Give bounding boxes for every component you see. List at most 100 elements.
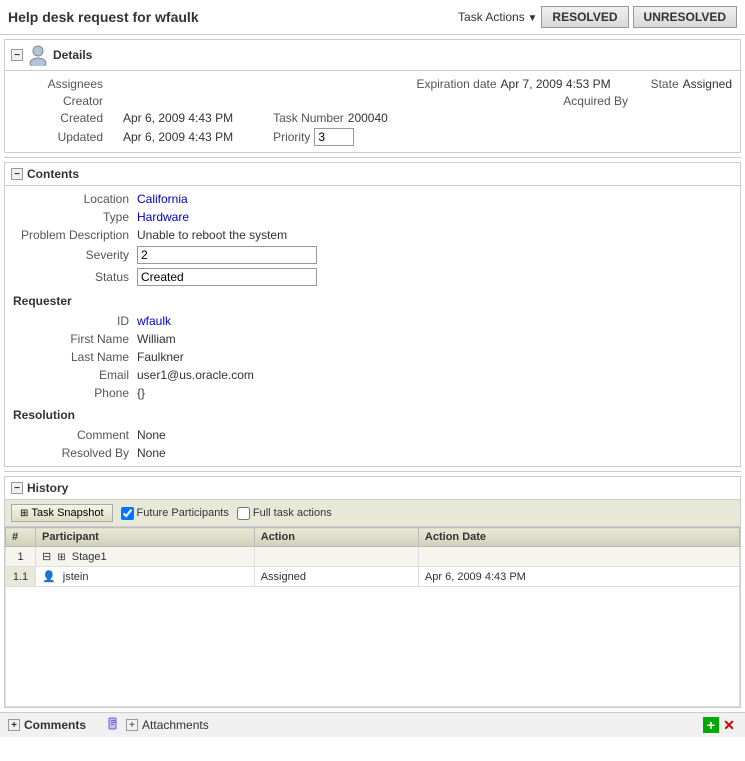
creator-label: Creator [13, 94, 103, 108]
history-table-head: # Participant Action Action Date [6, 528, 740, 547]
task-number-group: Task Number 200040 [273, 111, 388, 125]
row-action-date [418, 547, 739, 567]
contents-label: Contents [27, 167, 79, 181]
table-row: 1.1 👤 jstein Assigned Apr 6, 2009 4:43 P… [6, 567, 740, 587]
last-name-value: Faulkner [137, 350, 732, 364]
phone-value: {} [137, 386, 732, 400]
stage-icon: ⊞ [57, 552, 65, 563]
status-input[interactable] [137, 268, 317, 286]
row-action-date: Apr 6, 2009 4:43 PM [418, 567, 739, 587]
id-label: ID [13, 314, 133, 328]
id-value[interactable]: wfaulk [137, 314, 732, 328]
problem-description-label: Problem Description [13, 228, 133, 242]
priority-input[interactable] [314, 128, 354, 146]
add-icon[interactable]: + [703, 717, 719, 733]
email-value: user1@us.oracle.com [137, 368, 732, 382]
location-value[interactable]: California [137, 192, 732, 206]
task-actions-dropdown[interactable]: Task Actions [458, 10, 537, 24]
details-collapse-icon[interactable]: − [11, 49, 23, 61]
contents-section: − Contents Location California Type Hard… [4, 162, 741, 467]
history-section: − History ⊞ Task Snapshot Future Partici… [4, 476, 741, 708]
participant-icon: 👤 [42, 571, 56, 583]
row-action [254, 547, 418, 567]
acquired-by-group: Acquired By [563, 94, 632, 108]
creator-value [123, 94, 543, 108]
details-section-header: − Details [5, 40, 740, 71]
history-table: # Participant Action Action Date 1 ⊟ ⊞ S… [5, 527, 740, 707]
stage-expand-icon[interactable]: ⊟ [42, 551, 51, 563]
expiration-group: Expiration date Apr 7, 2009 4:53 PM [416, 77, 610, 91]
resolved-by-label: Resolved By [13, 446, 133, 460]
history-toolbar: ⊞ Task Snapshot Future Participants Full… [5, 500, 740, 527]
full-task-actions-label: Full task actions [253, 507, 332, 519]
user-icon [27, 44, 49, 66]
comments-section: + Comments [8, 718, 86, 732]
status-label: Status [13, 270, 133, 284]
email-label: Email [13, 368, 133, 382]
task-number-label: Task Number [273, 111, 344, 125]
future-participants-checkbox-label[interactable]: Future Participants [121, 507, 229, 520]
col-participant: Participant [36, 528, 255, 547]
priority-label: Priority [273, 130, 310, 144]
bottom-bar: + Comments + Attachments + ✕ [0, 712, 745, 737]
contents-collapse-icon[interactable]: − [11, 168, 23, 180]
full-task-actions-checkbox-label[interactable]: Full task actions [237, 507, 332, 520]
resolution-header: Resolution [13, 404, 732, 424]
history-collapse-icon[interactable]: − [11, 482, 23, 494]
comments-collapse-icon[interactable]: + [8, 719, 20, 731]
table-row: 1 ⊟ ⊞ Stage1 [6, 547, 740, 567]
acquired-by-label: Acquired By [563, 94, 628, 108]
details-row-1: Assignees Expiration date Apr 7, 2009 4:… [13, 77, 732, 91]
contents-grid: Location California Type Hardware Proble… [5, 186, 740, 466]
history-table-body: 1 ⊟ ⊞ Stage1 1.1 👤 jstein Assigned Apr 6… [6, 547, 740, 707]
task-number-value: 200040 [348, 111, 388, 125]
updated-value: Apr 6, 2009 4:43 PM [123, 130, 233, 144]
phone-label: Phone [13, 386, 133, 400]
row-num: 1.1 [6, 567, 36, 587]
assignees-label: Assignees [13, 77, 103, 91]
updated-label: Updated [13, 130, 103, 144]
unresolved-button[interactable]: UNRESOLVED [633, 6, 737, 28]
resolved-button[interactable]: RESOLVED [541, 6, 628, 28]
future-participants-checkbox[interactable] [121, 507, 134, 520]
state-group: State Assigned [651, 77, 732, 91]
future-participants-label: Future Participants [137, 507, 229, 519]
details-row-3: Created Apr 6, 2009 4:43 PM Task Number … [13, 111, 732, 125]
page-title: Help desk request for wfaulk [8, 9, 199, 25]
col-action: Action [254, 528, 418, 547]
task-snapshot-icon: ⊞ [20, 508, 28, 519]
details-label: Details [53, 48, 92, 62]
first-name-value: William [137, 332, 732, 346]
details-section: − Details Assignees Expiration date Apr … [4, 39, 741, 153]
created-value: Apr 6, 2009 4:43 PM [123, 111, 233, 125]
attachments-section: + Attachments [106, 717, 209, 733]
details-row-2: Creator Acquired By [13, 94, 732, 108]
comments-label: Comments [24, 718, 86, 732]
type-value[interactable]: Hardware [137, 210, 732, 224]
attachments-label: Attachments [142, 718, 209, 732]
problem-description-value: Unable to reboot the system [137, 228, 732, 242]
row-participant: ⊟ ⊞ Stage1 [36, 547, 255, 567]
comment-label: Comment [13, 428, 133, 442]
bottom-left: + Comments + Attachments [8, 717, 209, 733]
task-snapshot-button[interactable]: ⊞ Task Snapshot [11, 504, 113, 522]
history-section-header: − History [5, 477, 740, 500]
severity-label: Severity [13, 248, 133, 262]
severity-input[interactable] [137, 246, 317, 264]
priority-group: Priority [273, 128, 354, 146]
expiration-label: Expiration date [416, 77, 496, 91]
full-task-actions-checkbox[interactable] [237, 507, 250, 520]
details-row-4: Updated Apr 6, 2009 4:43 PM Priority [13, 128, 732, 146]
remove-icon[interactable]: ✕ [721, 717, 737, 733]
history-empty-space [6, 587, 740, 707]
col-num: # [6, 528, 36, 547]
requester-header: Requester [13, 290, 732, 310]
attachments-collapse-icon[interactable]: + [126, 719, 138, 731]
page-header: Help desk request for wfaulk Task Action… [0, 0, 745, 35]
attachment-icon [106, 717, 122, 733]
state-value: Assigned [683, 77, 732, 91]
bottom-right-actions: + ✕ [703, 717, 737, 733]
history-table-header-row: # Participant Action Action Date [6, 528, 740, 547]
contents-section-header: − Contents [5, 163, 740, 186]
first-name-label: First Name [13, 332, 133, 346]
